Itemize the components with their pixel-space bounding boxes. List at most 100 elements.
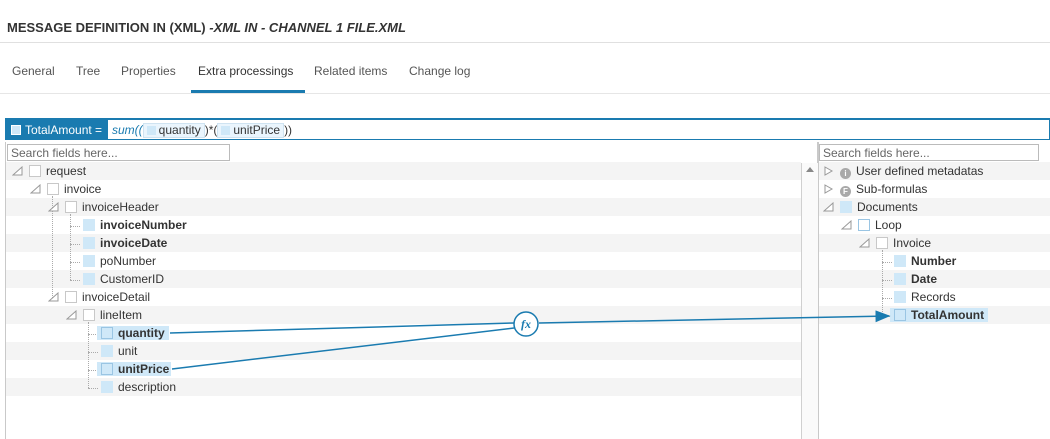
tree-node-sub-formulas[interactable]: F Sub-formulas [840, 182, 928, 197]
tab-change-log[interactable]: Change log [409, 64, 470, 78]
field-icon [894, 255, 906, 267]
field-icon [83, 309, 95, 321]
tab-general[interactable]: General [12, 64, 55, 78]
tree-connector [70, 214, 71, 280]
table-row [6, 162, 801, 180]
tab-tree[interactable]: Tree [76, 64, 100, 78]
tree-node-label: Documents [857, 200, 918, 214]
collapse-toggle-icon[interactable] [30, 184, 41, 194]
tree-node-unit[interactable]: unit [101, 344, 137, 358]
tree-node-label: Loop [875, 218, 902, 232]
loop-icon [858, 219, 870, 231]
tree-node-label: Sub-formulas [856, 182, 928, 196]
formula-arg-label: quantity [158, 123, 201, 137]
tree-connector [70, 244, 80, 245]
field-icon [101, 327, 113, 339]
formula-bar[interactable]: TotalAmount = sum((quantity)*(unitPrice)… [5, 118, 1050, 140]
formula-icon: F [840, 186, 851, 197]
tree-node-invoice-target[interactable]: Invoice [876, 236, 931, 250]
tree-node-loop[interactable]: Loop [858, 218, 902, 232]
field-icon [47, 183, 59, 195]
tree-node-label: request [46, 164, 87, 178]
collapse-toggle-icon[interactable] [66, 310, 77, 320]
target-search-input[interactable] [819, 144, 1039, 161]
formula-close: )) [284, 123, 293, 137]
formula-target: TotalAmount = [6, 120, 108, 140]
field-icon [101, 363, 113, 375]
collapse-toggle-icon[interactable] [859, 238, 870, 248]
field-icon [83, 255, 95, 267]
tree-connector [882, 250, 883, 318]
tree-node-label: invoiceNumber [100, 218, 187, 232]
field-icon [146, 126, 156, 135]
tree-connector [88, 352, 98, 353]
collapse-toggle-icon[interactable] [841, 220, 852, 230]
tree-node-lineitem[interactable]: lineItem [83, 308, 142, 322]
tree-node-label: invoiceHeader [82, 200, 159, 214]
tree-node-label: invoice [64, 182, 102, 196]
tree-node-ponumber[interactable]: poNumber [83, 254, 156, 268]
tree-node-customerid[interactable]: CustomerID [83, 272, 164, 286]
tree-connector [882, 262, 892, 263]
tree-node-invoicedetail[interactable]: invoiceDetail [65, 290, 150, 304]
collapse-toggle-icon[interactable] [48, 292, 59, 302]
tree-node-invoicedate[interactable]: invoiceDate [83, 236, 167, 250]
source-search-input[interactable] [7, 144, 230, 161]
tree-node-label: User defined metadatas [856, 164, 984, 178]
expand-toggle-icon[interactable] [823, 166, 834, 176]
formula-arg-quantity[interactable]: quantity [142, 123, 205, 138]
info-icon: i [840, 168, 851, 179]
tree-connector [70, 226, 80, 227]
tree-node-label: unit [118, 344, 138, 358]
tree-node-records[interactable]: Records [894, 290, 956, 304]
expand-toggle-icon[interactable] [823, 184, 834, 194]
tree-node-request[interactable]: request [29, 164, 86, 178]
field-icon [29, 165, 41, 177]
tree-node-description[interactable]: description [101, 380, 176, 394]
tree-node-invoice[interactable]: invoice [47, 182, 101, 196]
tree-node-quantity[interactable]: quantity [97, 326, 169, 340]
field-icon [83, 273, 95, 285]
tab-properties[interactable]: Properties [121, 64, 176, 78]
tree-node-label: Invoice [893, 236, 932, 250]
field-icon [83, 219, 95, 231]
tree-node-label: poNumber [100, 254, 157, 268]
tree-node-user-defined-metadatas[interactable]: i User defined metadatas [840, 164, 984, 179]
tree-node-label: lineItem [100, 308, 143, 322]
table-row [819, 234, 1050, 252]
tree-node-label: quantity [118, 326, 165, 340]
source-tree-scrollbar[interactable] [801, 163, 818, 439]
tree-node-totalamount[interactable]: TotalAmount [890, 308, 988, 322]
tree-node-label: description [118, 380, 177, 394]
tree-node-invoiceheader[interactable]: invoiceHeader [65, 200, 159, 214]
formula-arg-unitprice[interactable]: unitPrice [217, 123, 285, 138]
tab-related-items[interactable]: Related items [314, 64, 387, 78]
tree-node-label: Date [911, 272, 938, 286]
tree-node-invoicenumber[interactable]: invoiceNumber [83, 218, 187, 232]
collapse-toggle-icon[interactable] [12, 166, 23, 176]
title-divider [0, 42, 1050, 43]
tab-bar: General Tree Properties Extra processing… [0, 56, 1050, 94]
tree-node-unitprice[interactable]: unitPrice [97, 362, 171, 376]
tree-connector [88, 322, 89, 388]
formula-operator: )*( [204, 123, 218, 137]
tree-node-label: invoiceDetail [82, 290, 151, 304]
field-icon [894, 309, 906, 321]
tree-node-label: CustomerID [100, 272, 165, 286]
tree-connector [882, 280, 892, 281]
collapse-toggle-icon[interactable] [48, 202, 59, 212]
tree-node-label: TotalAmount [911, 308, 985, 322]
formula-expression[interactable]: sum((quantity)*(unitPrice)) [112, 123, 292, 138]
scroll-up-icon[interactable] [806, 167, 814, 172]
tree-connector [70, 280, 80, 281]
tree-node-number[interactable]: Number [894, 254, 956, 268]
tree-node-date[interactable]: Date [894, 272, 937, 286]
field-icon [101, 381, 113, 393]
tab-extra-processings[interactable]: Extra processings [198, 64, 293, 78]
tree-node-label: unitPrice [118, 362, 170, 376]
tree-node-documents[interactable]: Documents [840, 200, 918, 214]
tree-node-label: invoiceDate [100, 236, 168, 250]
field-icon [876, 237, 888, 249]
field-icon [83, 237, 95, 249]
collapse-toggle-icon[interactable] [823, 202, 834, 212]
